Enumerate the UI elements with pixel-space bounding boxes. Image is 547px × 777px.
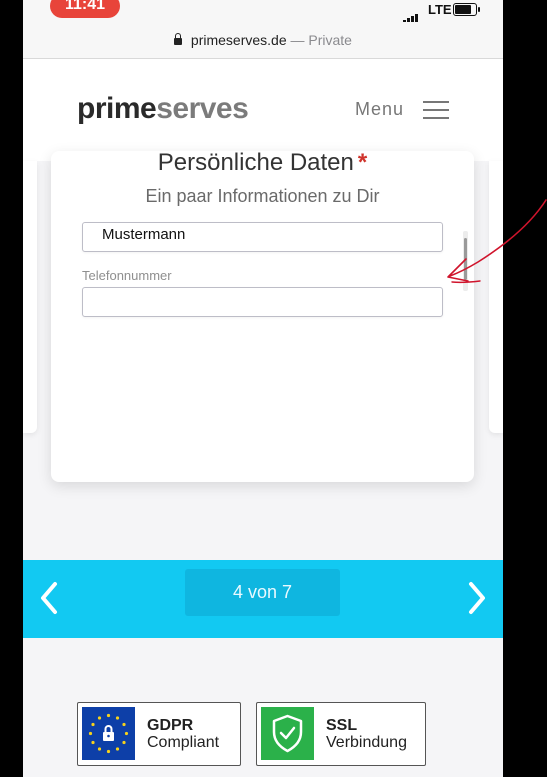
network-type: LTE [428, 2, 452, 17]
form-subtitle: Ein paar Informationen zu Dir [145, 186, 380, 206]
menu-icon[interactable] [423, 101, 449, 119]
gdpr-badge: GDPR Compliant [77, 702, 241, 766]
step-navigation: 4 von 7 [23, 560, 503, 638]
menu-label[interactable]: Menu [355, 99, 404, 120]
site-logo[interactable]: primeserves [77, 92, 249, 126]
url-domain: primeserves.de [190, 32, 287, 48]
site-header: primeserves Menu [23, 59, 503, 161]
right-bezel [503, 0, 547, 777]
chevron-left-icon[interactable] [31, 578, 71, 618]
left-bezel [0, 0, 23, 777]
lock-icon [174, 33, 183, 45]
phone-label: Telefonnummer [82, 268, 172, 283]
gdpr-line2: Compliant [147, 734, 220, 751]
url-separator: — [290, 32, 305, 48]
step-indicator: 4 von 7 [185, 569, 340, 616]
form-title: Persönliche Daten * [51, 151, 474, 177]
chevron-right-icon[interactable] [455, 578, 495, 618]
address-bar[interactable]: primeserves.de — Private [23, 22, 503, 59]
battery-icon [453, 3, 480, 16]
ssl-line1: SSL [326, 717, 358, 734]
trust-badges: GDPR Compliant SSL Verbindung [23, 638, 503, 777]
ssl-line2: Verbindung [326, 734, 407, 751]
status-bar: 11:41 LTE [23, 0, 503, 24]
personal-data-card: Persönliche Daten * Ein paar Informatione… [51, 151, 474, 482]
logo-part-prime: prime [77, 92, 157, 125]
logo-part-serves: serves [156, 92, 249, 125]
url-mode: Private [308, 32, 352, 48]
form-title-text: Persönliche Daten [157, 151, 354, 176]
previous-card[interactable] [23, 161, 37, 433]
ssl-badge: SSL Verbindung [256, 702, 426, 766]
lastname-value: Mustermann [102, 226, 186, 243]
shield-check-icon [261, 707, 314, 760]
required-marker: * [357, 151, 368, 176]
status-time: 11:41 [50, 0, 120, 18]
form-scrollbar[interactable] [464, 238, 467, 280]
gdpr-line1: GDPR [147, 717, 194, 734]
form-carousel: Persönliche Daten * Ein paar Informatione… [23, 151, 503, 560]
signal-icon [403, 6, 419, 24]
phone-field[interactable] [82, 287, 443, 317]
eu-stars-icon [82, 707, 135, 760]
next-card[interactable] [489, 161, 503, 433]
phone-screen: 11:41 LTE primeserves.de — Private prime… [23, 0, 503, 777]
lastname-field[interactable]: Mustermann [82, 222, 443, 252]
